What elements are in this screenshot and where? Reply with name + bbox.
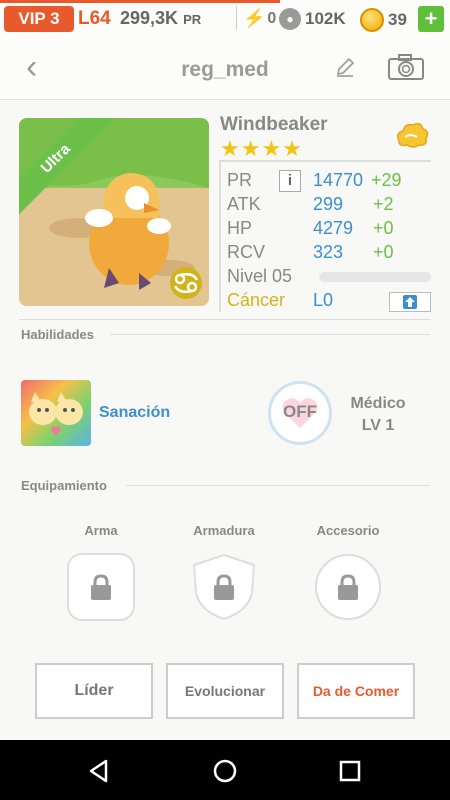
divider xyxy=(110,334,430,335)
arrow-up-icon xyxy=(403,295,417,309)
passive-info: Médico LV 1 xyxy=(340,393,416,437)
nav-bar: ‹ reg_med xyxy=(0,36,450,100)
passive-state: OFF xyxy=(283,402,317,421)
stat-value-pr: 14770 xyxy=(313,170,364,190)
status-bar: VIP 3 L64 299,3K PR ⚡ 0 ● 102K 39 + xyxy=(0,0,450,36)
zodiac-sign: Cáncer xyxy=(227,290,286,310)
divider xyxy=(236,6,237,30)
paw-icon: ● xyxy=(279,8,301,30)
stamina-counter: ⚡ 0 xyxy=(243,8,276,29)
star-rating: ★★★★ xyxy=(220,136,303,161)
coin-counter: 39 xyxy=(360,8,407,32)
home-circle-icon[interactable] xyxy=(212,758,238,784)
skill-icon[interactable] xyxy=(21,380,91,446)
armor-slot[interactable] xyxy=(190,553,258,621)
player-pr-unit: PR xyxy=(183,12,202,27)
weapon-slot-label: Arma xyxy=(84,523,118,538)
wind-element-icon xyxy=(396,122,429,148)
info-button[interactable]: i xyxy=(279,170,301,192)
coin-icon xyxy=(360,8,384,32)
stat-value-hp: 4279 xyxy=(313,218,354,238)
pencil-icon[interactable] xyxy=(334,56,356,78)
divider xyxy=(126,485,430,486)
stat-add-pr: +29 xyxy=(371,170,402,190)
xp-progress-bar xyxy=(319,272,431,282)
stat-add-atk: +2 xyxy=(373,194,394,214)
leader-button[interactable]: Líder xyxy=(35,663,153,719)
cat-healers-icon xyxy=(29,392,83,436)
stat-label: RCV xyxy=(227,242,266,262)
stat-label: HP xyxy=(227,218,253,238)
stat-row-rcv: RCV xyxy=(227,242,289,263)
vip-badge[interactable]: VIP 3 xyxy=(4,6,74,32)
player-pr-value: 299,3K xyxy=(120,8,179,28)
add-coins-button[interactable]: + xyxy=(418,6,444,32)
accessory-slot[interactable] xyxy=(314,553,382,621)
camera-icon[interactable] xyxy=(387,53,425,81)
stat-label: ATK xyxy=(227,194,261,214)
lightning-icon: ⚡ xyxy=(243,8,266,28)
stat-row-atk: ATK xyxy=(227,194,289,215)
android-nav-bar xyxy=(0,740,450,800)
stamina-value: 0 xyxy=(267,9,277,27)
paw-value: 102K xyxy=(305,9,346,28)
lock-icon xyxy=(91,574,111,600)
equipment-section-title: Equipamiento xyxy=(21,478,107,493)
passive-name: Médico xyxy=(350,395,406,412)
cancer-zodiac-icon xyxy=(170,267,202,299)
player-level: L64 xyxy=(78,8,111,29)
top-accent-line xyxy=(0,0,280,3)
ascension-level: L0 xyxy=(313,290,334,310)
player-pr: 299,3K PR xyxy=(120,8,201,29)
armor-slot-label: Armadura xyxy=(193,523,255,538)
stats-panel: PR i 14770 +29 ATK 299 +2 HP 4279 +0 RCV… xyxy=(219,160,431,312)
recent-apps-square-icon[interactable] xyxy=(337,758,363,784)
passive-toggle[interactable]: OFF xyxy=(268,381,332,445)
back-triangle-icon[interactable] xyxy=(86,758,112,784)
monster-nickname-title: reg_med xyxy=(181,58,269,81)
monster-level: Nivel 05 xyxy=(227,266,293,286)
stat-value-rcv: 323 xyxy=(313,242,344,262)
passive-level: LV 1 xyxy=(361,417,395,434)
skill-name[interactable]: Sanación xyxy=(99,404,170,422)
feed-button[interactable]: Da de Comer xyxy=(297,663,415,719)
lock-icon xyxy=(214,574,234,600)
weapon-slot[interactable] xyxy=(67,553,135,621)
divider xyxy=(19,319,431,320)
stat-value-atk: 299 xyxy=(313,194,344,214)
skills-section-title: Habilidades xyxy=(21,327,94,342)
paw-counter: ● 102K xyxy=(279,8,346,30)
coin-value: 39 xyxy=(388,10,407,29)
ascend-button[interactable] xyxy=(389,292,431,312)
lock-icon xyxy=(338,574,358,600)
monster-name: Windbeaker xyxy=(220,114,328,135)
accessory-slot-label: Accesorio xyxy=(316,523,380,538)
stat-add-rcv: +0 xyxy=(373,242,394,262)
evolve-button[interactable]: Evolucionar xyxy=(166,663,284,719)
stat-row-hp: HP xyxy=(227,218,289,239)
monster-portrait[interactable]: Ultra xyxy=(19,118,209,306)
stat-add-hp: +0 xyxy=(373,218,394,238)
